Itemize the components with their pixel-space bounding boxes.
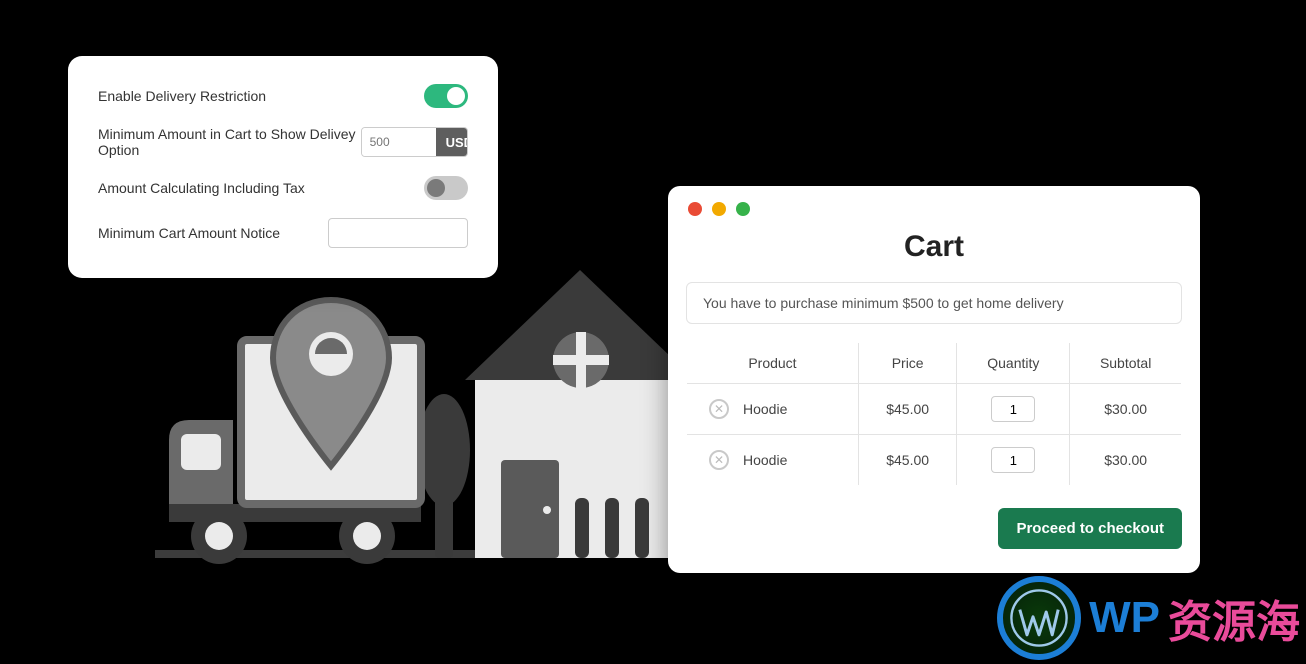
product-price: $45.00 bbox=[858, 384, 957, 435]
include-tax-label: Amount Calculating Including Tax bbox=[98, 180, 305, 196]
product-price: $45.00 bbox=[858, 435, 957, 486]
product-subtotal: $30.00 bbox=[1070, 384, 1182, 435]
min-amount-input-group: USD bbox=[361, 127, 468, 157]
watermark-text-cn: 资源海 bbox=[1168, 586, 1300, 650]
min-amount-currency: USD bbox=[436, 128, 468, 156]
enable-restriction-label: Enable Delivery Restriction bbox=[98, 88, 266, 104]
window-traffic-lights bbox=[668, 186, 1200, 226]
checkout-row: Proceed to checkout bbox=[668, 486, 1200, 573]
quantity-input[interactable] bbox=[991, 447, 1035, 473]
notice-label: Minimum Cart Amount Notice bbox=[98, 225, 280, 241]
cart-window: Cart You have to purchase minimum $500 t… bbox=[668, 186, 1200, 573]
include-tax-toggle[interactable] bbox=[424, 176, 468, 200]
quantity-input[interactable] bbox=[991, 396, 1035, 422]
min-amount-input[interactable] bbox=[362, 128, 436, 156]
maximize-icon[interactable] bbox=[736, 202, 750, 216]
close-icon[interactable] bbox=[688, 202, 702, 216]
row-include-tax: Amount Calculating Including Tax bbox=[98, 176, 468, 200]
watermark: WP资源海 bbox=[997, 576, 1300, 660]
cart-table: Product Price Quantity Subtotal ✕ Hoodie… bbox=[686, 342, 1182, 486]
remove-item-button[interactable]: ✕ bbox=[709, 399, 729, 419]
product-name: Hoodie bbox=[743, 401, 787, 417]
row-min-amount: Minimum Amount in Cart to Show Delivey O… bbox=[98, 126, 468, 158]
proceed-to-checkout-button[interactable]: Proceed to checkout bbox=[998, 508, 1182, 549]
col-product: Product bbox=[687, 343, 859, 384]
table-row: ✕ Hoodie $45.00 $30.00 bbox=[687, 435, 1182, 486]
watermark-text-wp: WP bbox=[1089, 593, 1160, 643]
minimize-icon[interactable] bbox=[712, 202, 726, 216]
enable-restriction-toggle[interactable] bbox=[424, 84, 468, 108]
wordpress-logo-icon bbox=[997, 576, 1081, 660]
row-enable-restriction: Enable Delivery Restriction bbox=[98, 84, 468, 108]
cart-notice: You have to purchase minimum $500 to get… bbox=[686, 282, 1182, 324]
col-subtotal: Subtotal bbox=[1070, 343, 1182, 384]
notice-input[interactable] bbox=[328, 218, 468, 248]
remove-item-button[interactable]: ✕ bbox=[709, 450, 729, 470]
settings-panel: Enable Delivery Restriction Minimum Amou… bbox=[68, 56, 498, 278]
product-name: Hoodie bbox=[743, 452, 787, 468]
product-subtotal: $30.00 bbox=[1070, 435, 1182, 486]
row-notice: Minimum Cart Amount Notice bbox=[98, 218, 468, 248]
cart-title: Cart bbox=[668, 230, 1200, 264]
col-quantity: Quantity bbox=[957, 343, 1070, 384]
delivery-illustration bbox=[155, 230, 695, 590]
table-header-row: Product Price Quantity Subtotal bbox=[687, 343, 1182, 384]
table-row: ✕ Hoodie $45.00 $30.00 bbox=[687, 384, 1182, 435]
min-amount-label: Minimum Amount in Cart to Show Delivey O… bbox=[98, 126, 361, 158]
col-price: Price bbox=[858, 343, 957, 384]
